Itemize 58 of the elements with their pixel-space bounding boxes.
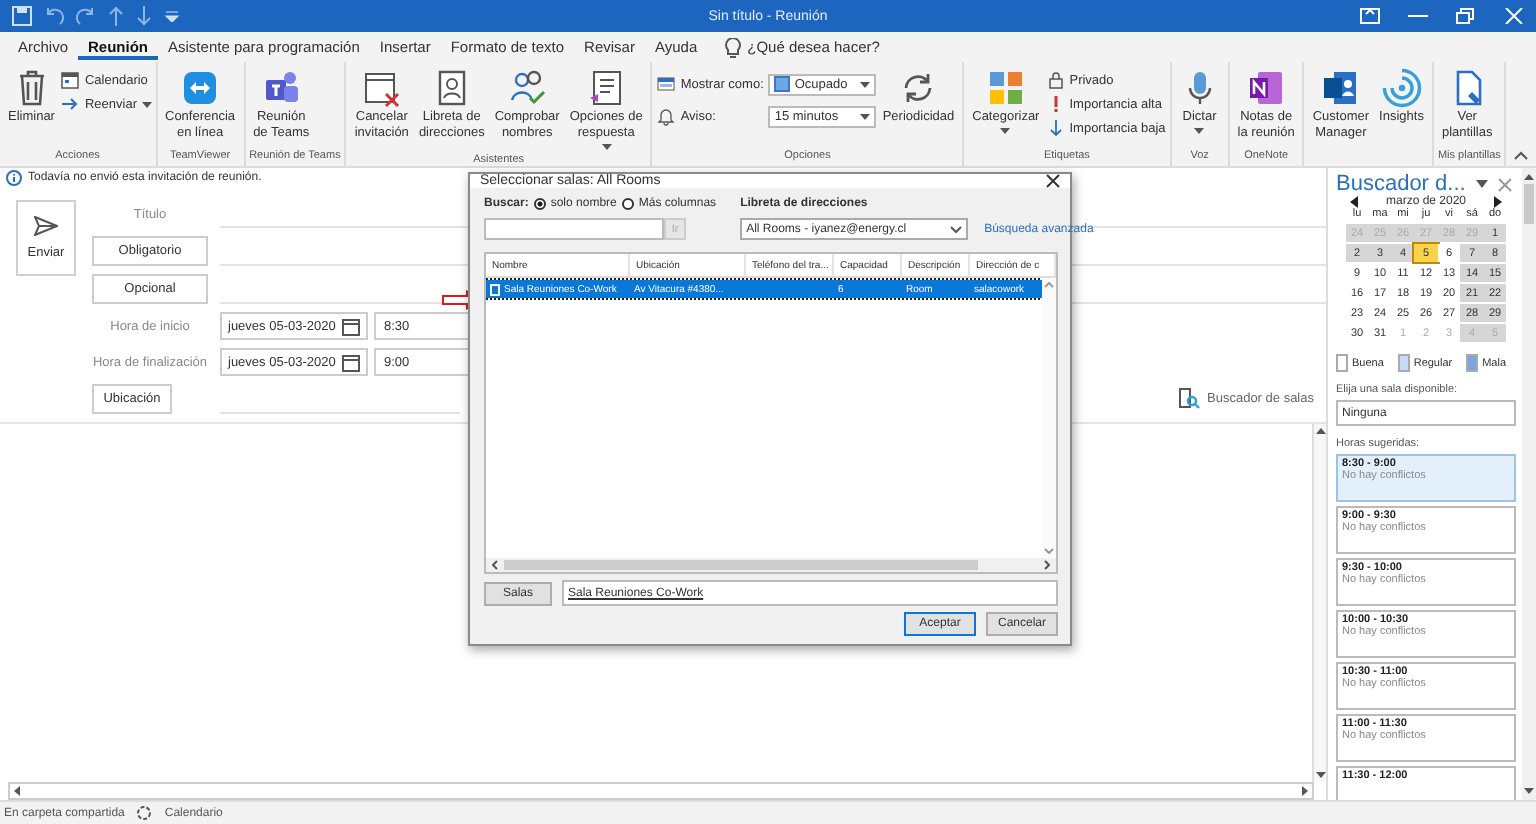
paper-plane-icon <box>34 216 58 236</box>
scrollbar[interactable] <box>1522 168 1536 800</box>
scroll-down-icon[interactable] <box>1524 788 1534 794</box>
up-arrow-icon[interactable] <box>108 6 124 26</box>
calendar-bar-icon <box>656 74 677 94</box>
calendar-icon <box>60 70 81 90</box>
search-document-icon <box>1177 388 1200 410</box>
scroll-left-icon[interactable] <box>14 786 20 796</box>
arrows-app-icon <box>180 68 221 108</box>
room-icon <box>490 283 500 295</box>
caret-icon <box>860 113 871 119</box>
contact-card-icon <box>1320 68 1361 108</box>
calendar-x-icon <box>361 68 402 108</box>
people-app-icon <box>261 68 302 108</box>
scroll-left-icon[interactable] <box>492 560 498 570</box>
save-icon[interactable] <box>12 6 32 26</box>
radio-button[interactable] <box>622 198 635 210</box>
scroll-up-icon[interactable] <box>1315 428 1325 434</box>
grid-icon <box>985 68 1026 108</box>
next-icon[interactable] <box>1494 196 1503 208</box>
caret-icon <box>860 81 871 87</box>
collapse-icon[interactable] <box>1514 150 1528 160</box>
lock-icon <box>1045 70 1066 90</box>
caret-icon[interactable] <box>1475 180 1488 188</box>
scroll-down-icon[interactable] <box>1315 772 1325 778</box>
scroll-right-icon[interactable] <box>1044 560 1050 570</box>
scroll-thumb[interactable] <box>1524 184 1534 224</box>
bell-icon <box>656 106 677 126</box>
previous-icon[interactable] <box>1349 196 1358 208</box>
scroll-up-icon[interactable] <box>1524 174 1534 180</box>
chevron-down-icon <box>950 225 963 233</box>
scroll-right-icon[interactable] <box>1302 786 1308 796</box>
scroll-thumb[interactable] <box>504 560 978 570</box>
radio-button[interactable] <box>534 198 547 210</box>
calendar-icon <box>342 317 360 335</box>
notebook-icon <box>1246 68 1287 108</box>
scrollbar[interactable] <box>486 558 1056 572</box>
pane-title: Buscador d... <box>1336 172 1466 196</box>
right-arrow-icon <box>60 94 81 114</box>
lightbulb-icon <box>723 37 742 57</box>
down-arrow-icon[interactable] <box>136 6 152 26</box>
restore-icon[interactable] <box>1456 8 1476 24</box>
down-arrow-icon <box>1045 118 1066 138</box>
swatch-icon <box>774 76 791 92</box>
document-list-icon <box>586 68 627 108</box>
ribbon-display-icon[interactable] <box>1360 8 1380 24</box>
customize-icon[interactable] <box>164 10 180 22</box>
undo-icon[interactable] <box>44 6 64 26</box>
search-field[interactable] <box>484 218 664 240</box>
info-icon <box>6 170 22 186</box>
sync-icon <box>134 804 155 822</box>
scrollbar[interactable] <box>1312 424 1326 782</box>
calendar-icon <box>342 353 360 371</box>
people-check-icon <box>507 68 548 108</box>
redo-icon[interactable] <box>76 6 96 26</box>
scrollbar[interactable] <box>8 782 1314 800</box>
close-icon[interactable] <box>1046 174 1060 188</box>
arcs-icon <box>1381 68 1422 108</box>
